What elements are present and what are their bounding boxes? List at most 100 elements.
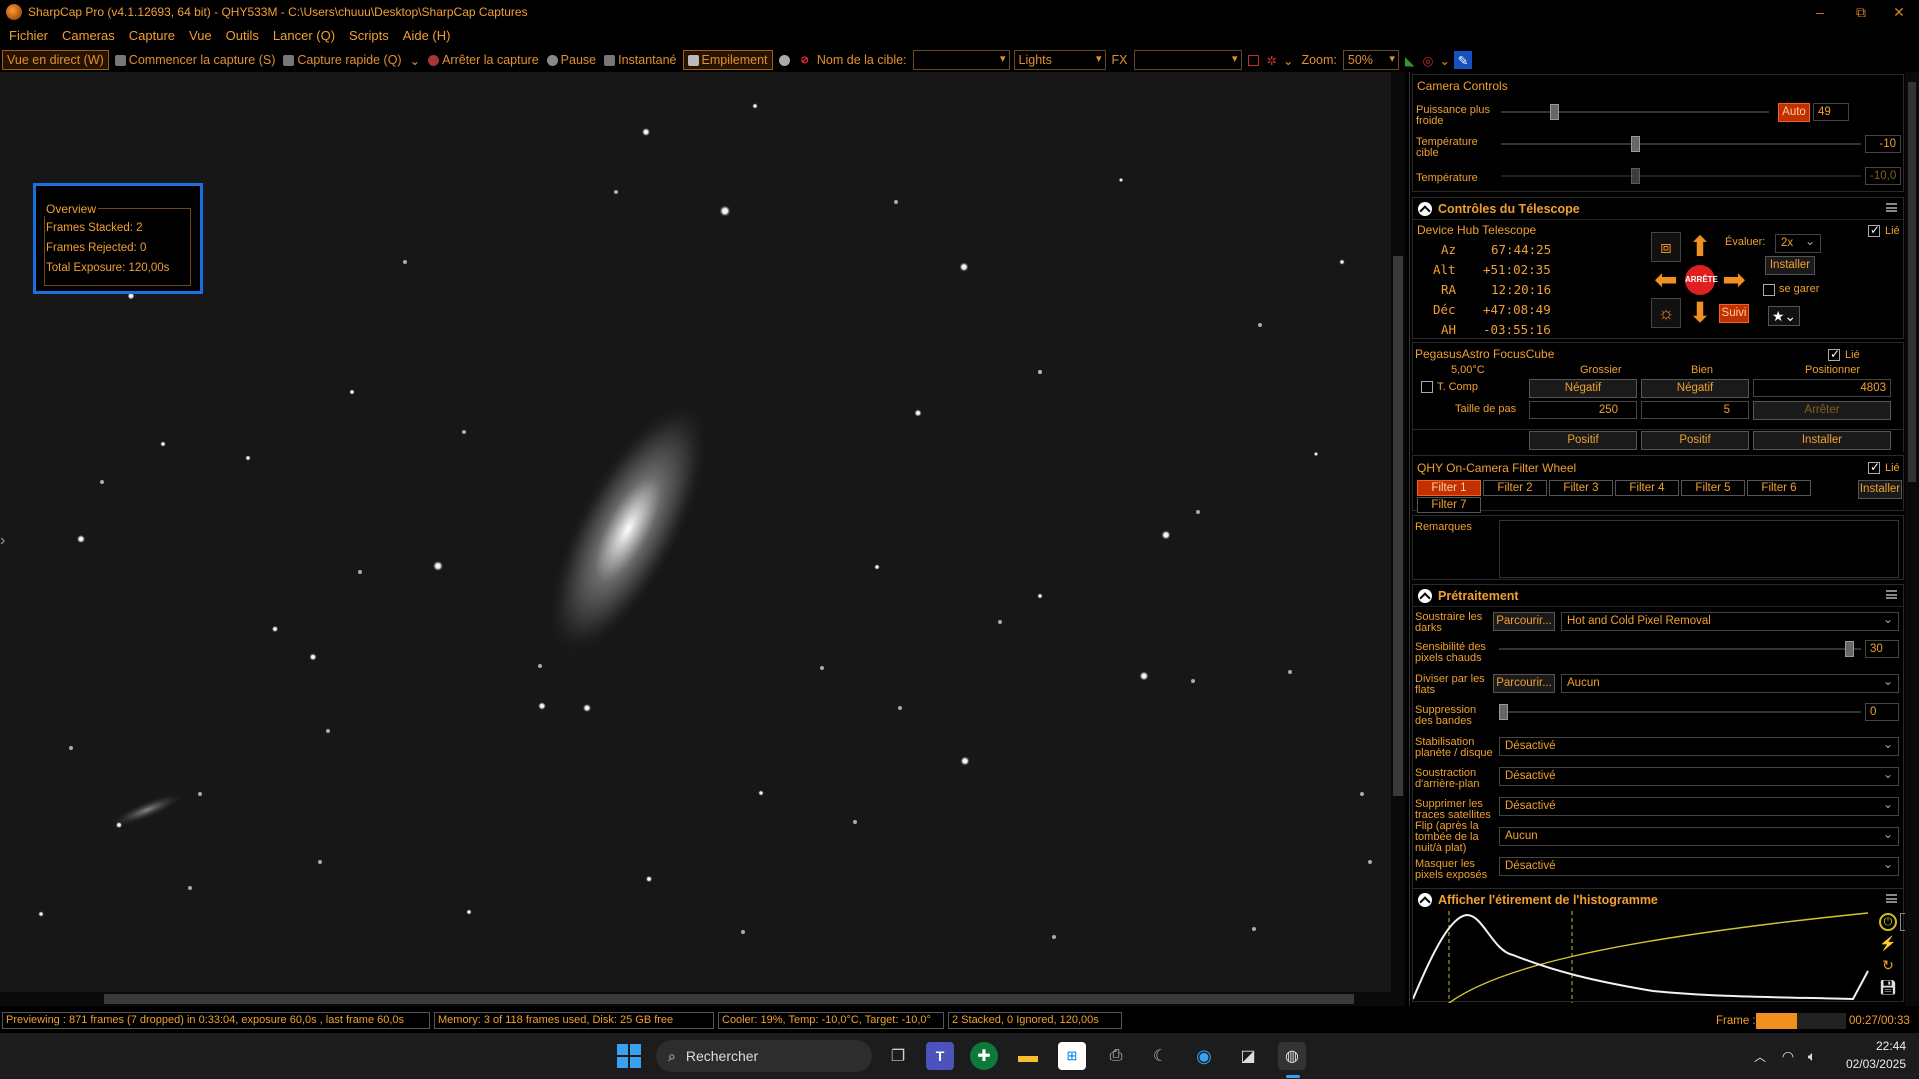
preprocessing-header[interactable]: Prétraitement (1413, 585, 1903, 607)
coarse-step-input[interactable]: 250 (1529, 401, 1637, 419)
no-target-button[interactable]: ⊘ (797, 50, 813, 70)
goto-icon[interactable]: ⧈ (1651, 232, 1681, 262)
windows-start-icon[interactable] (615, 1042, 643, 1070)
focus-button[interactable]: ◎ ⌄ (1419, 50, 1454, 70)
histogram-plot[interactable] (1413, 911, 1869, 1003)
tracking-button[interactable]: Suivi (1719, 304, 1749, 323)
focuser-install-button[interactable]: Installer (1753, 431, 1891, 450)
slider-knob[interactable] (1631, 136, 1640, 152)
auto-stretch-icon[interactable]: ⏻ (1879, 913, 1897, 931)
menu-fichier[interactable]: Fichier (2, 28, 55, 43)
crosshair-button[interactable]: ✲ ⌄ (1263, 50, 1298, 70)
fx-dropdown[interactable] (1133, 50, 1242, 70)
sharpcap-taskbar-icon[interactable]: ◍ (1278, 1042, 1306, 1070)
telescope-install-button[interactable]: Installer (1765, 256, 1815, 275)
telescope-linked-checkbox[interactable] (1868, 223, 1880, 237)
clock-time[interactable]: 22:44 (1836, 1039, 1906, 1053)
flat-browse-button[interactable]: Parcourir... (1493, 674, 1555, 693)
arrow-down-icon[interactable]: ⬇ (1683, 298, 1717, 328)
collapse-icon[interactable] (1418, 201, 1432, 216)
slider-knob[interactable] (1499, 704, 1508, 720)
teams-icon[interactable]: T (926, 1042, 954, 1070)
reset-icon[interactable]: ↻ (1879, 957, 1897, 975)
dark-dropdown[interactable]: Hot and Cold Pixel Removal (1561, 612, 1899, 631)
target-temp-slider[interactable] (1501, 136, 1861, 152)
clock-date[interactable]: 02/03/2025 (1836, 1057, 1906, 1071)
hotpix-slider[interactable] (1499, 641, 1861, 657)
banding-value[interactable]: 0 (1865, 703, 1899, 721)
sun-icon[interactable]: ☼ (1651, 298, 1681, 328)
focuser-stop-button[interactable]: Arrêter (1753, 401, 1891, 420)
arrow-up-icon[interactable]: ⬆ (1683, 232, 1717, 262)
mask-dropdown[interactable]: Désactivé (1499, 857, 1899, 876)
viewport-horizontal-scrollbar[interactable] (0, 992, 1405, 1006)
filterwheel-linked-checkbox[interactable] (1868, 460, 1880, 474)
flat-dropdown[interactable]: Aucun (1561, 674, 1899, 693)
arrow-right-icon[interactable]: ➡ (1717, 264, 1751, 296)
filter-5-button[interactable]: Filter 5 (1681, 480, 1745, 496)
filterwheel-install-button[interactable]: Installer (1858, 480, 1902, 499)
star-target-icon[interactable]: ★⌄ (1768, 306, 1800, 326)
stabilization-dropdown[interactable]: Désactivé (1499, 737, 1899, 756)
quick-capture-button[interactable]: Capture rapide (Q) ⌄ (279, 50, 424, 70)
chevron-up-icon[interactable]: ︿ (1746, 1042, 1774, 1070)
arrow-left-icon[interactable]: ⬅ (1649, 264, 1683, 296)
dark-browse-button[interactable]: Parcourir... (1493, 612, 1555, 631)
target-temp-value[interactable]: -10 (1865, 135, 1901, 153)
chevron-down-icon[interactable]: ⌄ (1439, 53, 1449, 68)
fine-step-input[interactable]: 5 (1641, 401, 1749, 419)
scroll-thumb[interactable] (104, 994, 1354, 1004)
menu-aide[interactable]: Aide (H) (396, 28, 458, 43)
collapse-icon[interactable] (1418, 588, 1432, 603)
xbox-icon[interactable]: ✚ (970, 1042, 998, 1070)
tcomp-checkbox[interactable] (1421, 381, 1433, 393)
slider-knob[interactable] (1550, 104, 1559, 120)
image-viewport[interactable]: Overview Frames Stacked: 2 Frames Reject… (0, 72, 1405, 992)
auto-cooler-button[interactable]: Auto (1778, 103, 1810, 122)
stellarium-icon[interactable]: ☾ (1146, 1042, 1174, 1070)
menu-capture[interactable]: Capture (122, 28, 182, 43)
live-view-button[interactable]: Vue en direct (W) (2, 50, 109, 70)
selection-area-button[interactable] (1244, 50, 1263, 70)
start-capture-button[interactable]: Commencer la capture (S) (111, 50, 280, 70)
chevron-down-icon[interactable]: ⌄ (1283, 53, 1293, 68)
task-view-icon[interactable]: ❐ (884, 1042, 912, 1070)
store-icon[interactable]: ⊞ (1058, 1042, 1086, 1070)
menu-scripts[interactable]: Scripts (342, 28, 396, 43)
menu-cameras[interactable]: Cameras (55, 28, 122, 43)
focuser-linked-checkbox[interactable] (1828, 347, 1840, 361)
scroll-thumb[interactable] (1908, 82, 1916, 482)
printer-icon[interactable]: ⎙ (1102, 1042, 1130, 1070)
fine-positive-button[interactable]: Positif (1641, 431, 1749, 450)
maximize-button[interactable]: ⧉ (1838, 0, 1884, 24)
frame-type-dropdown[interactable]: Lights (1013, 50, 1106, 70)
snapshot-button[interactable]: Instantané (600, 50, 680, 70)
menu-outils[interactable]: Outils (219, 28, 266, 43)
menu-lancer[interactable]: Lancer (Q) (266, 28, 342, 43)
hotpix-value[interactable]: 30 (1865, 640, 1899, 658)
speaker-icon[interactable]: 🔈︎ (1798, 1042, 1826, 1070)
cooler-power-value[interactable]: 49 (1813, 103, 1849, 121)
menu-icon[interactable] (1886, 203, 1897, 212)
draw-tool-icon[interactable]: ◪ (1234, 1042, 1262, 1070)
histogram-button[interactable]: ◣ (1401, 50, 1419, 70)
histogram-header[interactable]: Afficher l'étirement de l'histogramme (1413, 889, 1903, 911)
lightning-icon[interactable]: ⚡ (1879, 935, 1897, 953)
chevron-down-icon[interactable]: ⌄ (410, 53, 420, 68)
cooler-power-slider[interactable] (1501, 104, 1769, 120)
filter-2-button[interactable]: Filter 2 (1483, 480, 1547, 496)
viewport-vertical-scrollbar[interactable] (1391, 72, 1405, 992)
park-checkbox[interactable] (1763, 284, 1775, 296)
background-dropdown[interactable]: Désactivé (1499, 767, 1899, 786)
rate-dropdown[interactable]: 2x (1775, 234, 1821, 253)
menu-icon[interactable] (1886, 590, 1897, 599)
edge-icon[interactable]: ◉ (1190, 1042, 1218, 1070)
zoom-dropdown[interactable]: 50% (1342, 50, 1399, 70)
minimize-button[interactable]: – (1797, 0, 1843, 24)
panel-vertical-scrollbar[interactable] (1905, 72, 1919, 1006)
remarks-textarea[interactable] (1499, 520, 1899, 578)
menu-vue[interactable]: Vue (182, 28, 219, 43)
stacking-button[interactable]: Empilement (682, 50, 773, 70)
satellite-dropdown[interactable]: Désactivé (1499, 797, 1899, 816)
coarse-negative-button[interactable]: Négatif (1529, 379, 1637, 398)
